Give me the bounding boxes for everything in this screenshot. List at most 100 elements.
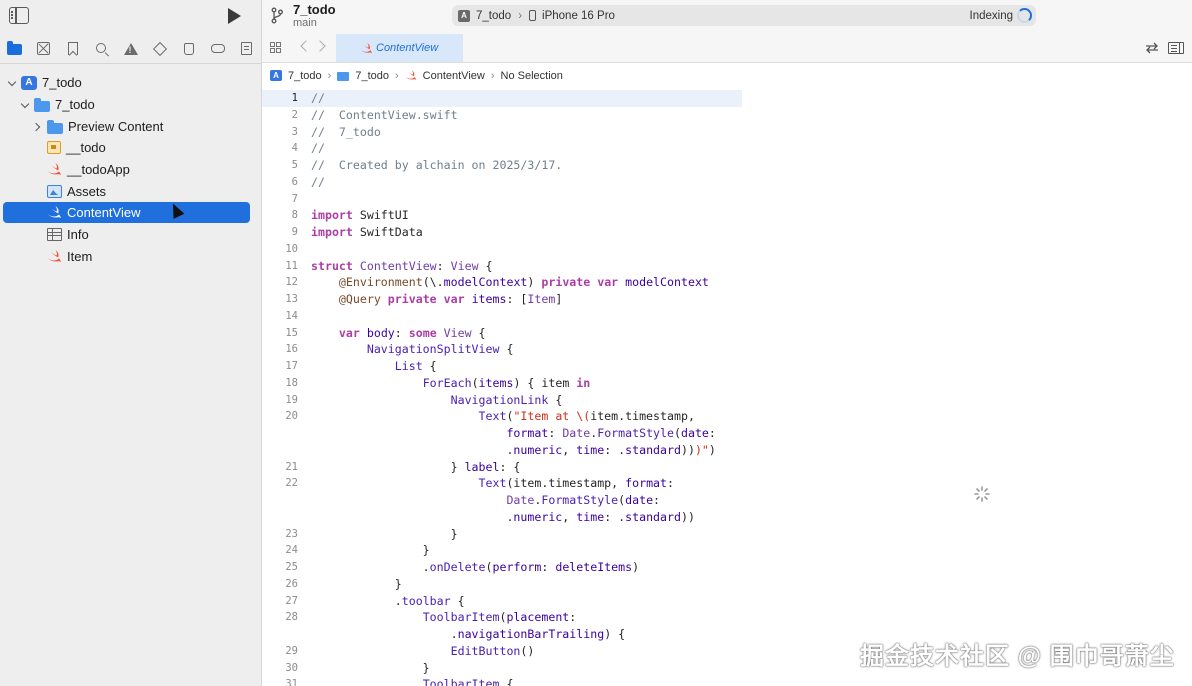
- folder-icon: [7, 41, 22, 55]
- code-text: // Created by alchain on 2025/3/17.: [311, 158, 563, 172]
- tab-contentview[interactable]: ContentView: [336, 34, 463, 62]
- code-text: Text("Item at \(item.timestamp,: [478, 409, 695, 424]
- code-text: }: [311, 660, 430, 675]
- test-navigator-tab[interactable]: [145, 34, 174, 64]
- tree-item-label: 7_todo: [55, 97, 95, 112]
- branch-name: main: [293, 17, 317, 29]
- asset-catalog-icon: [47, 185, 62, 198]
- breakpoint-icon: [210, 44, 225, 53]
- tree-item-item[interactable]: Item: [3, 246, 250, 267]
- breakpoint-navigator-tab[interactable]: [203, 34, 232, 64]
- line-number: 3: [291, 125, 298, 138]
- bookmark-navigator-tab[interactable]: [58, 34, 87, 64]
- line-number: 9: [291, 226, 298, 238]
- line-number: 7: [291, 192, 298, 205]
- code-text: List {: [394, 359, 437, 373]
- code-text: .onDelete(perform: deleteItems): [311, 560, 640, 574]
- code-text: ToolbarItem(placement:: [422, 610, 577, 625]
- code-text: }: [311, 543, 430, 558]
- jumpbar-group[interactable]: 7_todo: [355, 70, 389, 82]
- tree-item-label: Preview Content: [68, 119, 164, 134]
- disclosure-open-icon[interactable]: [20, 100, 30, 110]
- tree-item-label: Info: [67, 227, 89, 242]
- preview-canvas: [742, 88, 1192, 686]
- code-line[interactable]: 1 //: [262, 90, 742, 107]
- issue-navigator-tab[interactable]: [116, 34, 145, 64]
- code-text: import SwiftUI: [311, 208, 409, 223]
- bookmark-icon: [67, 42, 78, 55]
- line-number: 14: [285, 309, 298, 322]
- code-text: }: [311, 526, 458, 541]
- project-navigator-tab[interactable]: [0, 34, 29, 64]
- line-number: 16: [285, 343, 298, 356]
- report-navigator-tab[interactable]: [232, 34, 261, 64]
- line-number: 20: [285, 410, 298, 423]
- disclosure-open-icon[interactable]: [7, 78, 17, 88]
- scheme-name[interactable]: 7_todo: [476, 10, 511, 22]
- chevron-right-icon: ›: [327, 69, 332, 82]
- navigator-sidebar: A 7_todo 7_todo Preview Content __todo _…: [0, 0, 262, 686]
- run-destination[interactable]: iPhone 16 Pro: [542, 10, 615, 22]
- swap-arrows-icon[interactable]: [1145, 42, 1159, 54]
- code-text: .numeric, time: .standard)))"): [311, 442, 716, 457]
- tree-item-entitlements[interactable]: __todo: [3, 137, 250, 158]
- tree-item-info[interactable]: Info: [3, 224, 250, 245]
- tree-item-preview-content[interactable]: Preview Content: [3, 116, 250, 137]
- code-text: .numeric, time: .standard)): [311, 509, 695, 524]
- swift-file-icon: [48, 163, 61, 176]
- iphone-icon: [529, 10, 537, 21]
- tree-item-contentview[interactable]: ContentView: [3, 202, 250, 223]
- source-control-navigator-tab[interactable]: [29, 34, 58, 64]
- progress-spinner-icon: [1017, 8, 1032, 23]
- tree-item-project[interactable]: A 7_todo: [3, 72, 250, 93]
- disclosure-closed-icon[interactable]: [33, 122, 43, 132]
- code-text: ToolbarItem {: [422, 677, 514, 686]
- xcode-project-icon: A: [270, 70, 282, 81]
- line-number: 30: [285, 661, 298, 674]
- debug-navigator-tab[interactable]: [174, 34, 203, 64]
- code-text: .toolbar {: [311, 593, 465, 608]
- scheme-destination-bar[interactable]: A 7_todo › iPhone 16 Pro Indexing: [452, 5, 1036, 26]
- code-text: .navigationBarTrailing) {: [311, 627, 626, 641]
- line-number: 22: [285, 477, 298, 490]
- jumpbar-file[interactable]: ContentView: [423, 70, 485, 82]
- code-text: NavigationSplitView {: [366, 342, 514, 357]
- line-number: 24: [285, 544, 298, 557]
- line-number: 15: [285, 326, 298, 339]
- line-number: 17: [285, 360, 298, 372]
- related-items-grid-icon[interactable]: [270, 42, 283, 54]
- chevron-right-icon: ›: [518, 9, 523, 22]
- code-text: @Environment(\.modelContext) private var…: [338, 275, 709, 290]
- watermark-text: 掘金技术社区 @ 围巾哥萧尘: [860, 643, 1175, 670]
- swift-file-icon: [361, 43, 372, 54]
- line-number: 28: [285, 611, 298, 624]
- code-text: NavigationLink {: [450, 392, 563, 407]
- inspector-toggle-icon[interactable]: [1168, 42, 1184, 54]
- code-text: ForEach(items) { item in: [422, 375, 591, 390]
- source-editor[interactable]: 1 // 2 // ContentView.swift 3 // 7_todo 4 // 5 //…: [262, 90, 742, 686]
- tree-item-label: __todo: [66, 140, 106, 155]
- folder-icon: [337, 72, 350, 81]
- tree-item-label: ContentView: [67, 205, 141, 220]
- tree-item-app[interactable]: __todoApp: [3, 159, 250, 180]
- tree-item-assets[interactable]: Assets: [3, 181, 250, 202]
- code-text: // 7_todo: [311, 124, 381, 139]
- tab-label: ContentView: [376, 42, 439, 54]
- back-chevron-icon[interactable]: [300, 40, 312, 52]
- navigator-tabs: [0, 34, 261, 64]
- code-text: //: [311, 91, 325, 105]
- find-navigator-tab[interactable]: [87, 34, 116, 64]
- folder-icon: [34, 97, 50, 112]
- forward-chevron-icon[interactable]: [314, 40, 326, 52]
- run-button[interactable]: [228, 8, 241, 24]
- code-text: } label: {: [311, 459, 521, 474]
- tree-item-group[interactable]: 7_todo: [3, 94, 250, 115]
- sidebar-toggle-icon[interactable]: [9, 7, 29, 24]
- code-text: //: [311, 141, 325, 156]
- jumpbar-symbol[interactable]: No Selection: [501, 70, 563, 82]
- jumpbar-project[interactable]: 7_todo: [288, 70, 322, 82]
- tree-item-label: Item: [67, 249, 93, 264]
- search-icon: [95, 42, 106, 53]
- line-number: 27: [285, 594, 298, 607]
- line-number: 1: [291, 92, 298, 104]
